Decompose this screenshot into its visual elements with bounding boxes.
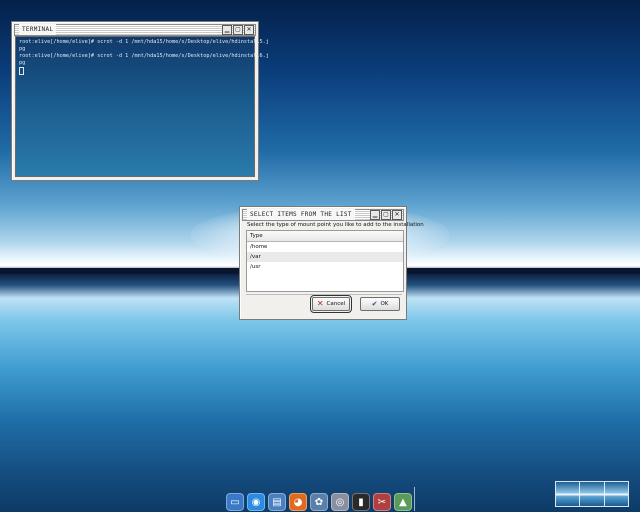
desktop-pager[interactable] [555,481,629,507]
pager-desk[interactable] [580,482,605,506]
pager-desk[interactable] [605,482,628,506]
terminal-line: root:elive[/home/elive]# scrot -d 1 /mnt… [19,39,269,45]
close-icon[interactable]: ✕ [244,25,254,35]
installer-icon[interactable]: ▲ [394,493,412,511]
dialog-prompt: Select the type of mount point you like … [247,222,424,228]
maximize-icon[interactable]: ▢ [381,210,391,220]
list-item-home[interactable]: /home [247,242,403,252]
minimize-icon[interactable]: ▁ [370,210,380,220]
globe-icon[interactable]: ◉ [247,493,265,511]
ok-label: OK [380,301,389,307]
dock: ▭ ◉ ▤ ◕ ✿ ◎ ▮ ✂ ▲ [226,487,412,511]
list-column-header[interactable]: Type [247,231,403,242]
ok-icon: ✔ [371,300,378,308]
pager-desk[interactable] [556,482,581,506]
cancel-button[interactable]: ✕ Cancel [310,295,352,313]
close-icon[interactable]: ✕ [392,210,402,220]
select-items-dialog[interactable]: SELECT ITEMS FROM THE LIST ▁ ▢ ✕ Select … [239,206,424,320]
terminal-titlebar[interactable]: TERMINAL ▁ ▢ ✕ [14,24,256,36]
firefox-icon[interactable]: ◕ [289,493,307,511]
ok-button[interactable]: ✔ OK [360,297,400,311]
cancel-icon: ✕ [316,299,324,308]
maximize-icon[interactable]: ▢ [233,25,243,35]
terminal-output[interactable]: root:elive[/home/elive]# scrot -d 1 /mnt… [15,36,269,177]
terminal-cursor [19,67,24,75]
monitor-icon[interactable]: ▭ [226,493,244,511]
dialog-titlebar[interactable]: SELECT ITEMS FROM THE LIST ▁ ▢ ✕ [242,209,404,221]
cancel-label: Cancel [326,301,346,307]
terminal-line: pg [19,46,26,52]
list-item-var[interactable]: /var [247,252,403,262]
dialog-title: SELECT ITEMS FROM THE LIST [247,209,355,220]
media-icon[interactable]: ◎ [331,493,349,511]
terminal-title: TERMINAL [19,24,57,35]
terminal-line: pg [19,60,26,66]
terminal-icon[interactable]: ▮ [352,493,370,511]
settings-icon[interactable]: ✿ [310,493,328,511]
dock-divider [414,487,415,511]
mount-point-list[interactable]: Type /home /var /usr [246,230,404,292]
terminal-window[interactable]: TERMINAL ▁ ▢ ✕ root:elive[/home/elive]# … [11,21,269,181]
terminal-line: root:elive[/home/elive]# scrot -d 1 /mnt… [19,53,269,59]
tools-icon[interactable]: ✂ [373,493,391,511]
minimize-icon[interactable]: ▁ [222,25,232,35]
dialog-separator [246,294,402,295]
files-icon[interactable]: ▤ [268,493,286,511]
list-item-usr[interactable]: /usr [247,262,403,272]
desktop-background: TERMINAL ▁ ▢ ✕ root:elive[/home/elive]# … [0,0,640,512]
